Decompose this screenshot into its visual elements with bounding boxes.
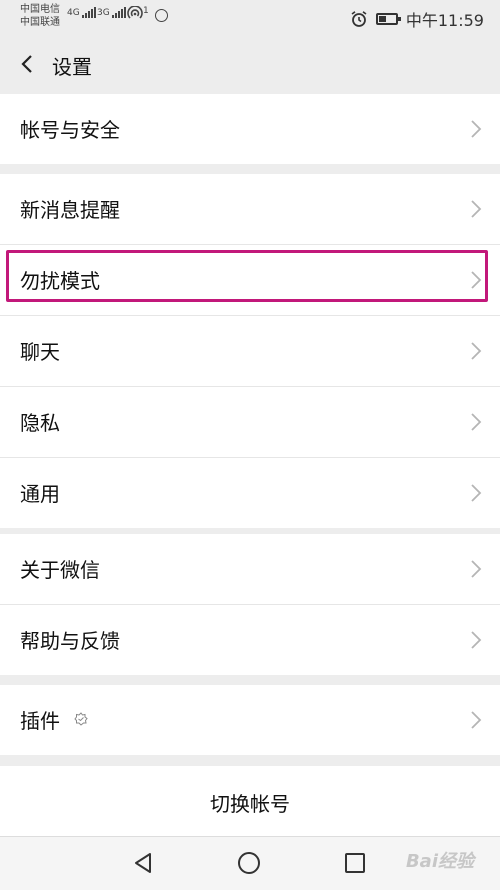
settings-group-plugins: 插件 — [0, 685, 500, 755]
battery-icon — [375, 13, 401, 25]
settings-item-new-message-alerts[interactable]: 新消息提醒 — [0, 174, 500, 245]
highlight-box — [6, 250, 488, 302]
chevron-right-icon — [471, 120, 482, 138]
settings-item-privacy[interactable]: 隐私 — [0, 387, 500, 458]
settings-item-help-feedback[interactable]: 帮助与反馈 — [0, 605, 500, 675]
settings-group-account: 帐号与安全 — [0, 94, 500, 164]
network-type-2: 3G — [97, 8, 110, 18]
settings-item-chat[interactable]: 聊天 — [0, 316, 500, 387]
nav-recents-icon[interactable] — [345, 853, 365, 873]
chevron-right-icon — [471, 413, 482, 431]
chevron-right-icon — [471, 200, 482, 218]
chevron-right-icon — [471, 560, 482, 578]
hotspot-icon: 1 — [127, 6, 149, 20]
settings-item-label: 新消息提醒 — [20, 198, 120, 222]
status-bar: 中国电信 中国联通 4G 3G 1 中午11:59 — [0, 0, 500, 34]
settings-item-label: 帐号与安全 — [20, 118, 120, 142]
hotspot-count: 1 — [143, 6, 149, 16]
settings-item-label: 帮助与反馈 — [20, 629, 120, 653]
signal-1-icon: 4G — [67, 6, 96, 18]
settings-item-label: 通用 — [20, 482, 60, 506]
carrier-1: 中国电信 — [20, 4, 60, 15]
chevron-right-icon — [471, 342, 482, 360]
nav-back-icon[interactable] — [132, 852, 154, 874]
data-saver-icon — [155, 9, 168, 22]
nav-header: 设置 — [0, 34, 500, 94]
settings-item-general[interactable]: 通用 — [0, 458, 500, 528]
watermark: Bai经验 — [405, 851, 474, 872]
chevron-right-icon — [471, 711, 482, 729]
settings-item-about-wechat[interactable]: 关于微信 — [0, 534, 500, 605]
chevron-right-icon — [471, 484, 482, 502]
settings-group-about: 关于微信 帮助与反馈 — [0, 534, 500, 675]
settings-item-account-security[interactable]: 帐号与安全 — [0, 94, 500, 164]
switch-account-label: 切换帐号 — [210, 792, 290, 816]
alarm-icon — [351, 11, 367, 27]
page-title: 设置 — [52, 55, 92, 79]
signal-2-icon: 3G — [97, 6, 126, 18]
status-right: 中午11:59 — [350, 7, 484, 31]
settings-item-label: 隐私 — [20, 411, 60, 435]
settings-group-general: 新消息提醒 勿扰模式 聊天 隐私 通用 — [0, 174, 500, 528]
clock: 中午11:59 — [405, 11, 484, 30]
settings-item-label: 关于微信 — [20, 558, 100, 582]
settings-item-plugins[interactable]: 插件 — [0, 685, 500, 755]
settings-item-label: 插件 — [20, 709, 60, 733]
network-type-1: 4G — [67, 8, 80, 18]
nav-home-icon[interactable] — [238, 852, 260, 874]
carrier-names: 中国电信 中国联通 — [20, 3, 60, 29]
chevron-right-icon — [471, 631, 482, 649]
settings-item-label: 聊天 — [20, 340, 60, 364]
switch-account-button[interactable]: 切换帐号 — [0, 766, 500, 836]
carrier-2: 中国联通 — [20, 17, 60, 28]
plugin-badge-icon — [74, 712, 88, 726]
back-arrow-icon[interactable] — [16, 52, 40, 76]
system-nav-bar: Bai经验 — [0, 836, 500, 890]
